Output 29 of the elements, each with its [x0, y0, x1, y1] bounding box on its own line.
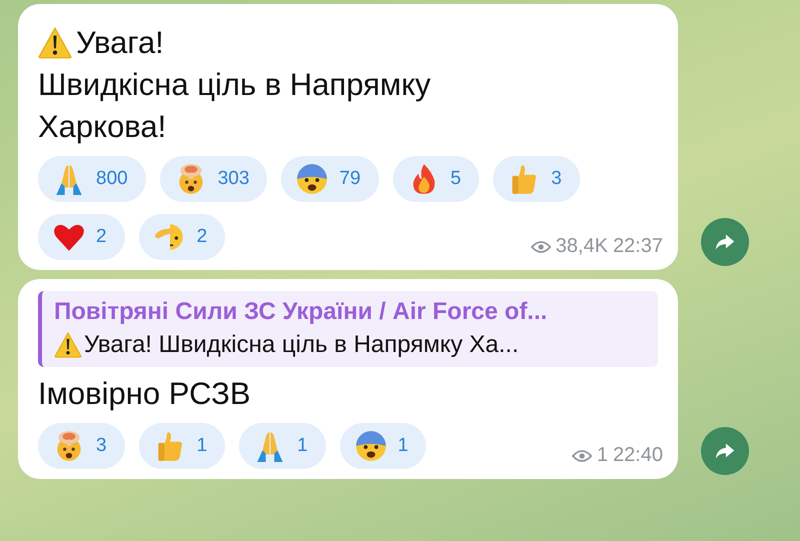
- reaction-button[interactable]: 3: [38, 423, 125, 469]
- reaction-button[interactable]: 2: [38, 214, 125, 260]
- reaction-button[interactable]: 303: [160, 156, 268, 202]
- view-count: 38,4K: [556, 235, 608, 258]
- reply-author: Повітряні Сили ЗС України / Air Force of...: [54, 297, 548, 327]
- fearful-face-icon: [295, 162, 330, 196]
- reaction-button[interactable]: 800: [38, 156, 146, 202]
- warning-icon: [54, 332, 82, 358]
- message-text: Імовірно РСЗВ: [38, 375, 252, 413]
- eye-icon: [530, 240, 551, 254]
- message-time: 22:37: [612, 235, 663, 258]
- eye-icon: [572, 448, 592, 462]
- reaction-button[interactable]: 5: [392, 156, 480, 202]
- fearful-face-icon: [354, 429, 388, 463]
- reply-text: Увага! Швидкісна ціль в Напрямку Ха...: [84, 330, 519, 360]
- reaction-button[interactable]: 1: [138, 423, 226, 469]
- reply-quote[interactable]: Повітряні Сили ЗС України / Air Force of... Увага! Швидкісна ціль в Напрямку Ха...: [38, 291, 658, 367]
- warning-icon: [38, 27, 72, 59]
- message-time: 22:40: [612, 444, 663, 467]
- reaction-button[interactable]: 2: [138, 214, 226, 260]
- message-heading: Увага!: [76, 24, 164, 62]
- share-button[interactable]: [701, 218, 749, 266]
- view-count: 1: [596, 444, 608, 467]
- reaction-button[interactable]: 79: [281, 156, 379, 202]
- reaction-button[interactable]: 3: [493, 156, 580, 202]
- share-button[interactable]: [701, 427, 749, 475]
- reaction-button[interactable]: 1: [239, 423, 326, 469]
- reaction-button[interactable]: 1: [340, 423, 426, 469]
- message-text: Швидкісна ціль в Напрямку Харкова!: [38, 66, 432, 146]
